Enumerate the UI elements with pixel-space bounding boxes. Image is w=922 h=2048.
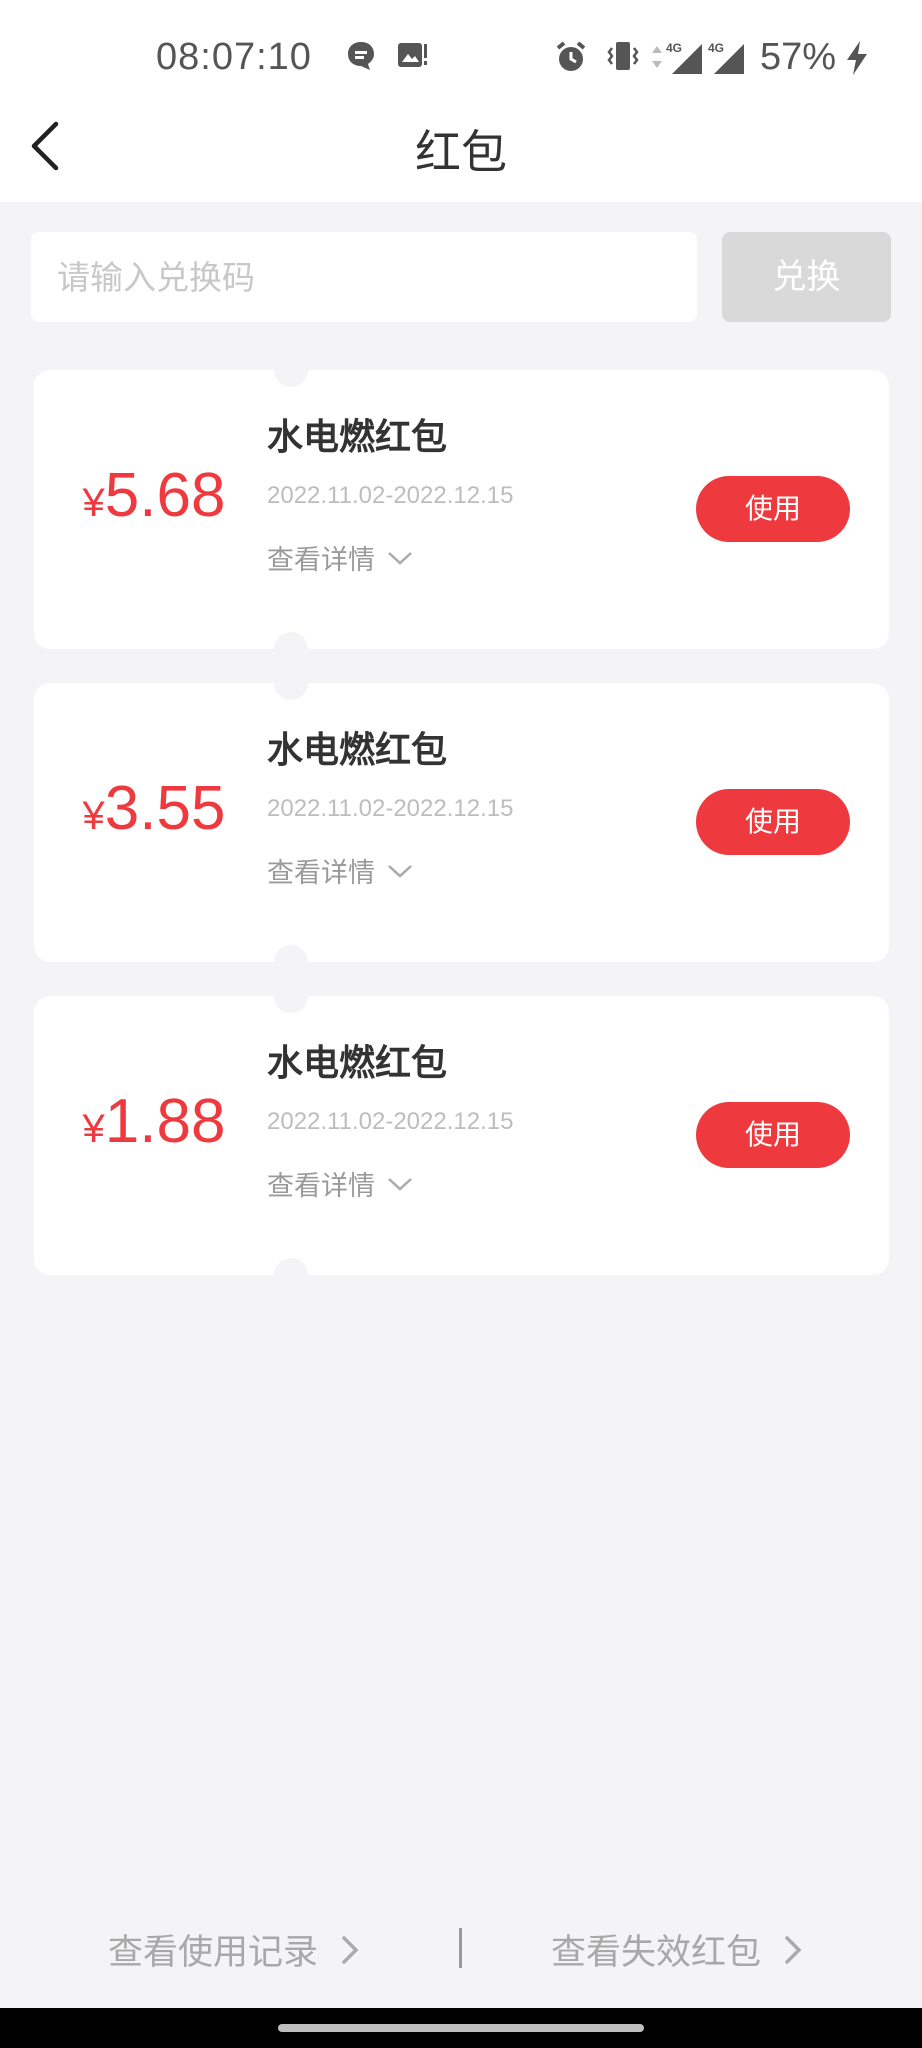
coupon-card: ¥5.68 水电燃红包 2022.11.02-2022.12.15 查看详情 使… bbox=[34, 353, 889, 666]
header: 红包 bbox=[0, 90, 922, 202]
coupon-date-range: 2022.11.02-2022.12.15 bbox=[267, 1108, 514, 1135]
coupon-title: 水电燃红包 bbox=[267, 417, 448, 458]
amount-value: 1.88 bbox=[104, 1087, 226, 1156]
navigation-bar bbox=[0, 2008, 922, 2048]
card-notch bbox=[274, 666, 308, 700]
use-button[interactable]: 使用 bbox=[696, 476, 850, 542]
currency-symbol: ¥ bbox=[82, 794, 105, 838]
coupon-title: 水电燃红包 bbox=[267, 1043, 448, 1084]
coupon-card: ¥3.55 水电燃红包 2022.11.02-2022.12.15 查看详情 使… bbox=[34, 666, 889, 979]
view-details-label: 查看详情 bbox=[267, 1171, 375, 1202]
card-notch bbox=[274, 979, 308, 1013]
footer-divider bbox=[459, 1928, 462, 1968]
data-arrows-icon bbox=[650, 44, 664, 74]
network-label: 4G bbox=[666, 41, 682, 55]
card-notch bbox=[274, 945, 308, 979]
coupon-amount: ¥1.88 bbox=[34, 1086, 274, 1157]
coupon-date-range: 2022.11.02-2022.12.15 bbox=[267, 482, 514, 509]
coupon-card: ¥1.88 水电燃红包 2022.11.02-2022.12.15 查看详情 使… bbox=[34, 979, 889, 1292]
view-details-label: 查看详情 bbox=[267, 545, 375, 576]
card-notch bbox=[274, 1258, 308, 1292]
chevron-down-icon bbox=[388, 1177, 412, 1191]
signal-icon: 4G bbox=[706, 40, 746, 80]
status-time: 08:07:10 bbox=[156, 36, 312, 78]
view-details-toggle[interactable]: 查看详情 bbox=[267, 538, 413, 577]
charging-icon bbox=[844, 40, 870, 80]
chevron-right-icon bbox=[785, 1935, 802, 1964]
coupon-title: 水电燃红包 bbox=[267, 730, 448, 771]
use-button[interactable]: 使用 bbox=[696, 1102, 850, 1168]
use-button[interactable]: 使用 bbox=[696, 789, 850, 855]
coupon-amount: ¥3.55 bbox=[34, 773, 274, 844]
expired-coupons-label: 查看失效红包 bbox=[551, 1933, 762, 1973]
message-icon bbox=[346, 40, 376, 76]
page-title: 红包 bbox=[415, 125, 507, 179]
amount-value: 3.55 bbox=[104, 774, 226, 843]
signal-icon: 4G bbox=[664, 40, 704, 80]
usage-record-link[interactable]: 查看使用记录 bbox=[108, 1924, 360, 1975]
card-notch bbox=[274, 353, 308, 387]
currency-symbol: ¥ bbox=[82, 1107, 105, 1151]
chevron-down-icon bbox=[388, 551, 412, 565]
coupon-amount: ¥5.68 bbox=[34, 460, 274, 531]
currency-symbol: ¥ bbox=[82, 481, 105, 525]
image-icon bbox=[396, 40, 428, 74]
amount-value: 5.68 bbox=[104, 461, 226, 530]
chevron-down-icon bbox=[388, 864, 412, 878]
chevron-right-icon bbox=[342, 1935, 359, 1964]
expired-coupons-link[interactable]: 查看失效红包 bbox=[551, 1924, 803, 1975]
view-details-toggle[interactable]: 查看详情 bbox=[267, 1164, 413, 1203]
usage-record-label: 查看使用记录 bbox=[108, 1933, 319, 1973]
view-details-label: 查看详情 bbox=[267, 858, 375, 889]
network-label: 4G bbox=[708, 41, 724, 55]
battery-percent: 57% bbox=[760, 36, 837, 78]
coupon-date-range: 2022.11.02-2022.12.15 bbox=[267, 795, 514, 822]
redeem-button[interactable]: 兑换 bbox=[722, 232, 891, 322]
redeem-code-input[interactable] bbox=[31, 232, 697, 322]
view-details-toggle[interactable]: 查看详情 bbox=[267, 851, 413, 890]
home-gesture-handle[interactable] bbox=[278, 2024, 644, 2032]
alarm-icon bbox=[554, 40, 588, 78]
vibrate-icon bbox=[606, 40, 640, 76]
card-notch bbox=[274, 632, 308, 666]
